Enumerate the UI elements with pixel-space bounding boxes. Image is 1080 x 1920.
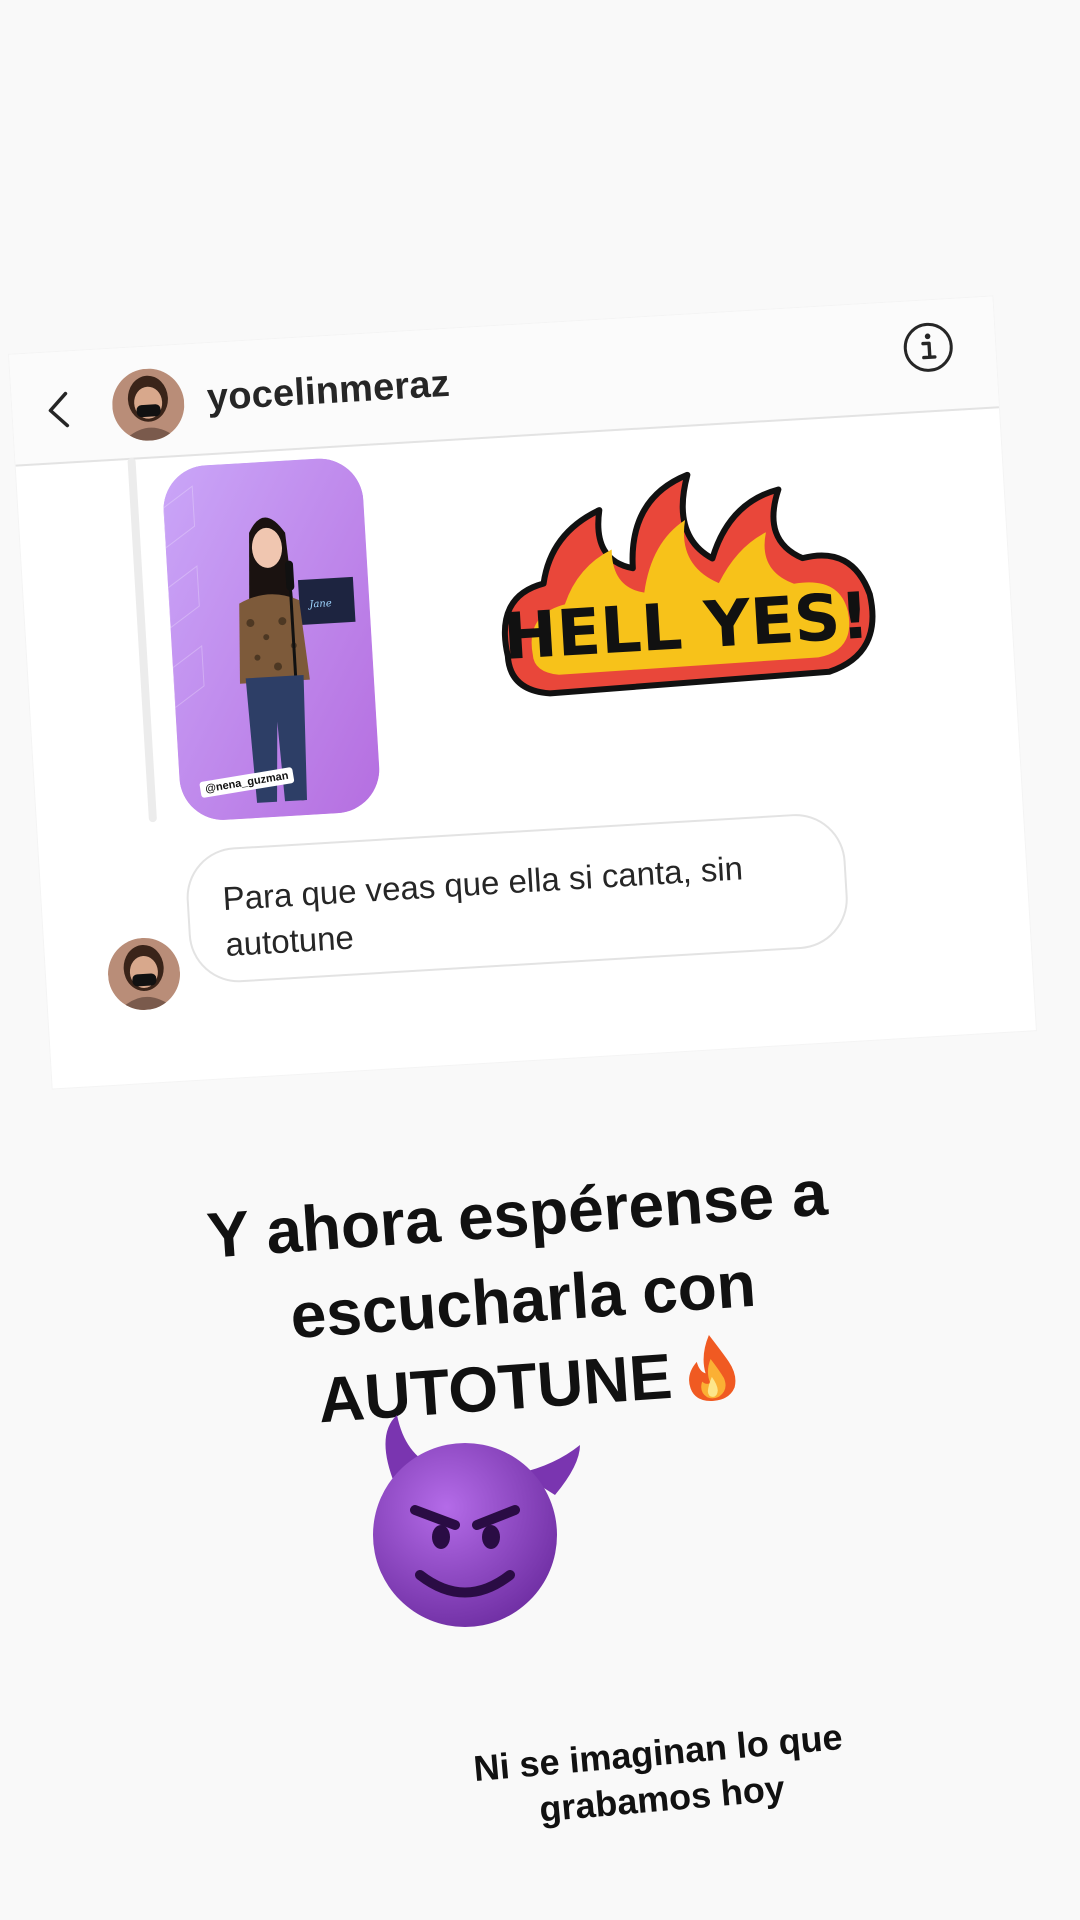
sender-avatar[interactable] [105, 935, 183, 1013]
chevron-left-icon[interactable] [39, 389, 81, 431]
username[interactable]: yocelinmeraz [206, 363, 451, 420]
story-caption-main: Y ahora espérense a escucharla con AUTOT… [79, 1055, 961, 1458]
smiling-devil-emoji [373, 1415, 580, 1627]
fire-emoji [689, 1334, 736, 1401]
reply-thread-line [127, 457, 158, 823]
singer-photo: Jane [161, 456, 382, 823]
avatar[interactable] [110, 366, 187, 443]
message-bubble[interactable]: Para que veas que ella si canta, sin aut… [183, 811, 851, 986]
shared-post-thumbnail[interactable]: Jane @nena_guzman [161, 456, 382, 823]
svg-text:Jane: Jane [307, 598, 332, 610]
story-caption-bottom: Ni se imaginan lo que grabamos hoy [471, 1716, 845, 1830]
dm-header: yocelinmeraz [9, 296, 999, 467]
hell-yes-sticker: HELL YES! [501, 471, 876, 697]
direct-message-screenshot: yocelinmeraz Jane @nena_guzman HELL YES!… [9, 296, 1036, 1089]
story-canvas: yocelinmeraz Jane @nena_guzman HELL YES!… [0, 0, 1080, 1920]
info-icon[interactable] [900, 319, 957, 376]
message-text: Para que veas que ella si canta, sin aut… [221, 849, 744, 964]
